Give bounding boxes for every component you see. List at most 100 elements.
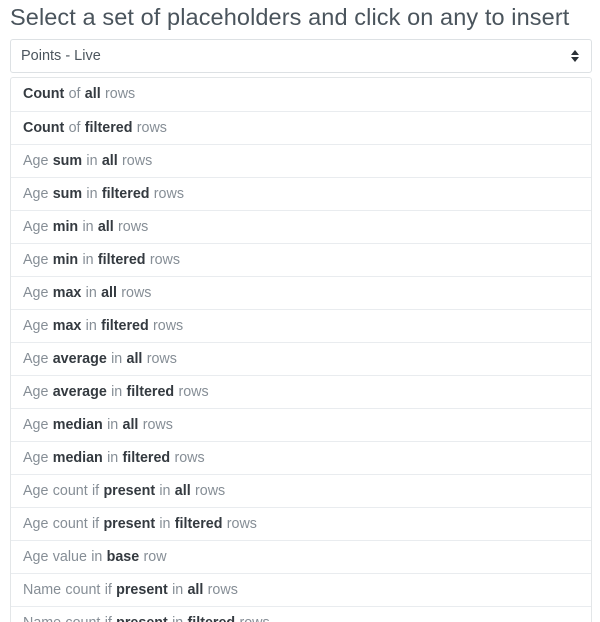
token-muted: Name: [23, 615, 61, 622]
placeholder-list-item[interactable]: Age count if present in filtered rows: [11, 507, 591, 540]
token-emphasis: present: [103, 515, 156, 532]
token-muted: Age: [23, 416, 49, 433]
token-emphasis: average: [52, 383, 107, 400]
token-muted: in: [82, 218, 94, 235]
token-muted: Age: [23, 548, 49, 565]
token-muted: rows: [121, 284, 152, 301]
token-muted: Age: [23, 317, 49, 334]
token-muted: in: [159, 482, 171, 499]
token-muted: rows: [178, 383, 209, 400]
token-emphasis: filtered: [126, 383, 175, 400]
placeholder-list-item-label: Age max in filtered rows: [23, 310, 183, 343]
token-muted: Age: [23, 284, 49, 301]
token-emphasis: filtered: [101, 317, 149, 334]
placeholder-list-item[interactable]: Name count if present in filtered rows: [11, 606, 591, 622]
placeholder-list-item[interactable]: Age max in all rows: [11, 276, 591, 309]
placeholder-list-item[interactable]: Count of all rows: [11, 78, 591, 111]
page-title: Select a set of placeholders and click o…: [10, 4, 570, 30]
placeholder-list-item[interactable]: Name count if present in all rows: [11, 573, 591, 606]
token-muted: if: [92, 515, 100, 532]
placeholder-list-item[interactable]: Age average in all rows: [11, 342, 591, 375]
token-muted: in: [159, 515, 171, 532]
token-muted: rows: [194, 482, 226, 499]
token-emphasis: all: [84, 86, 101, 102]
placeholder-set-select[interactable]: Points - Live: [10, 39, 592, 73]
placeholder-list-item-label: Count of filtered rows: [23, 112, 167, 145]
token-emphasis: sum: [52, 152, 83, 169]
placeholder-list-item[interactable]: Age sum in all rows: [11, 144, 591, 177]
placeholder-list-item[interactable]: Age median in filtered rows: [11, 441, 591, 474]
token-emphasis: base: [106, 548, 140, 565]
token-emphasis: filtered: [84, 119, 133, 136]
token-muted: row: [143, 548, 167, 565]
token-muted: in: [85, 317, 97, 334]
token-emphasis: all: [97, 218, 114, 235]
placeholder-list-item-label: Age count if present in filtered rows: [23, 508, 257, 541]
token-muted: if: [105, 615, 112, 622]
placeholder-list-item-label: Age max in all rows: [23, 277, 151, 310]
placeholder-list-item[interactable]: Age count if present in all rows: [11, 474, 591, 507]
token-emphasis: Count: [23, 86, 65, 102]
token-emphasis: all: [101, 152, 118, 169]
token-muted: rows: [142, 416, 173, 433]
token-emphasis: Count: [23, 119, 65, 136]
token-muted: Age: [23, 152, 49, 169]
placeholder-list-item-label: Count of all rows: [23, 78, 135, 111]
token-muted: rows: [118, 218, 149, 235]
token-muted: Age: [23, 218, 49, 235]
placeholder-list-item[interactable]: Age sum in filtered rows: [11, 177, 591, 210]
token-muted: rows: [104, 86, 136, 102]
token-muted: in: [172, 581, 184, 598]
placeholder-list-item-label: Age sum in all rows: [23, 145, 152, 178]
token-emphasis: min: [52, 251, 79, 268]
token-muted: rows: [226, 515, 257, 532]
token-muted: count: [65, 581, 101, 598]
token-emphasis: max: [52, 317, 82, 334]
token-muted: Age: [23, 482, 49, 499]
placeholder-list-item[interactable]: Age value in base row: [11, 540, 591, 573]
placeholder-list-item-label: Name count if present in all rows: [23, 574, 238, 607]
placeholder-list-item[interactable]: Age average in filtered rows: [11, 375, 591, 408]
placeholder-list: Count of all rows Count of filtered rows A…: [10, 77, 592, 622]
token-emphasis: present: [116, 615, 168, 622]
token-muted: in: [82, 251, 94, 268]
token-emphasis: sum: [52, 185, 83, 202]
placeholder-list-item[interactable]: Age median in all rows: [11, 408, 591, 441]
placeholder-list-item[interactable]: Age min in all rows: [11, 210, 591, 243]
token-muted: in: [86, 152, 98, 169]
token-muted: count: [65, 615, 100, 622]
token-muted: in: [111, 383, 123, 400]
token-emphasis: present: [116, 581, 168, 598]
token-emphasis: filtered: [122, 449, 171, 466]
placeholder-picker-page: Select a set of placeholders and click o…: [0, 0, 600, 622]
token-muted: Age: [23, 449, 49, 466]
token-muted: in: [107, 416, 119, 433]
token-muted: Age: [23, 251, 49, 268]
token-muted: count: [52, 482, 88, 499]
placeholder-list-item-label: Name count if present in filtered rows: [23, 607, 270, 622]
token-muted: of: [68, 86, 81, 102]
placeholder-list-item-label: Age min in filtered rows: [23, 244, 180, 277]
token-muted: in: [172, 615, 183, 622]
token-emphasis: present: [103, 482, 156, 499]
token-emphasis: average: [52, 350, 107, 367]
token-muted: in: [86, 185, 98, 202]
token-muted: rows: [146, 350, 177, 367]
placeholder-list-item-label: Age count if present in all rows: [23, 475, 225, 508]
token-muted: rows: [239, 615, 269, 622]
token-muted: rows: [153, 317, 184, 334]
placeholder-list-item[interactable]: Age min in filtered rows: [11, 243, 591, 276]
token-emphasis: all: [122, 416, 139, 433]
token-emphasis: filtered: [174, 515, 223, 532]
token-muted: count: [52, 515, 88, 532]
token-emphasis: max: [52, 284, 82, 301]
placeholder-list-item-label: Age average in filtered rows: [23, 376, 209, 409]
token-emphasis: min: [52, 218, 79, 235]
placeholder-list-item[interactable]: Age max in filtered rows: [11, 309, 591, 342]
token-muted: in: [91, 548, 103, 565]
placeholder-list-item[interactable]: Count of filtered rows: [11, 111, 591, 144]
token-emphasis: filtered: [97, 251, 146, 268]
token-muted: rows: [174, 449, 205, 466]
placeholder-set-select-wrap: Points - Live: [10, 39, 592, 73]
placeholder-list-item-label: Age median in all rows: [23, 409, 173, 442]
